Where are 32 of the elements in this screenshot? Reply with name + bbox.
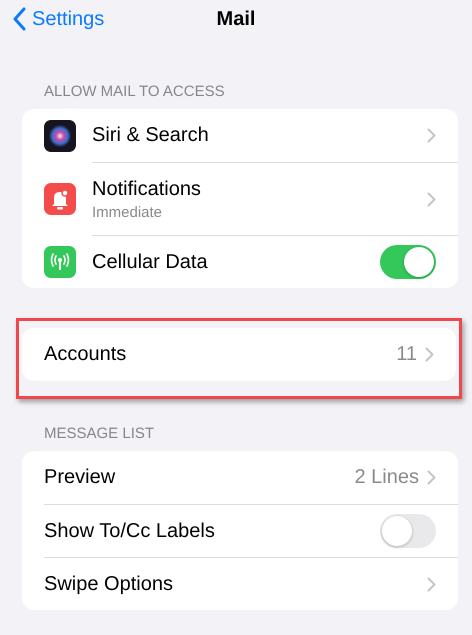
chevron-icon xyxy=(427,576,436,592)
section-header: MESSAGE LIST xyxy=(44,425,156,442)
row-value: 2 Lines xyxy=(354,466,419,489)
settings-row[interactable]: Siri & Search xyxy=(22,109,458,162)
settings-row[interactable]: Notifications Immediate xyxy=(22,162,458,235)
chevron-icon xyxy=(425,347,434,362)
chevron-icon xyxy=(427,128,436,143)
row-label: Cellular Data xyxy=(92,250,209,274)
row-value: 11 xyxy=(396,343,417,366)
row-label: Notifications xyxy=(92,178,202,200)
row-label: Show To/Cc Labels xyxy=(44,520,216,542)
settings-row[interactable]: Cellular Data xyxy=(22,235,458,288)
section-header: ALLOW MAIL TO ACCESS xyxy=(44,83,226,100)
settings-row[interactable]: Show To/Cc Labels xyxy=(22,504,458,557)
row-label: Accounts xyxy=(44,343,128,366)
back-button[interactable]: Settings xyxy=(12,7,104,31)
antenna-icon xyxy=(44,246,76,278)
row-label: Preview xyxy=(44,466,116,489)
toggle-switch[interactable] xyxy=(380,514,436,548)
bell-icon xyxy=(44,182,76,214)
settings-row[interactable]: Accounts 11 xyxy=(22,328,456,381)
screen-title: Mail xyxy=(216,8,256,31)
row-label: Siri & Search xyxy=(92,124,210,147)
row-subtitle: Immediate xyxy=(92,204,164,220)
back-chevron-icon xyxy=(12,7,26,31)
settings-row[interactable]: Preview 2 Lines xyxy=(22,451,458,504)
siri-orb-icon xyxy=(44,120,76,152)
chevron-icon xyxy=(427,470,436,485)
toggle-switch[interactable] xyxy=(380,245,436,279)
settings-row[interactable]: Swipe Options xyxy=(22,557,458,610)
row-label: Swipe Options xyxy=(44,572,174,596)
chevron-icon xyxy=(427,192,436,206)
